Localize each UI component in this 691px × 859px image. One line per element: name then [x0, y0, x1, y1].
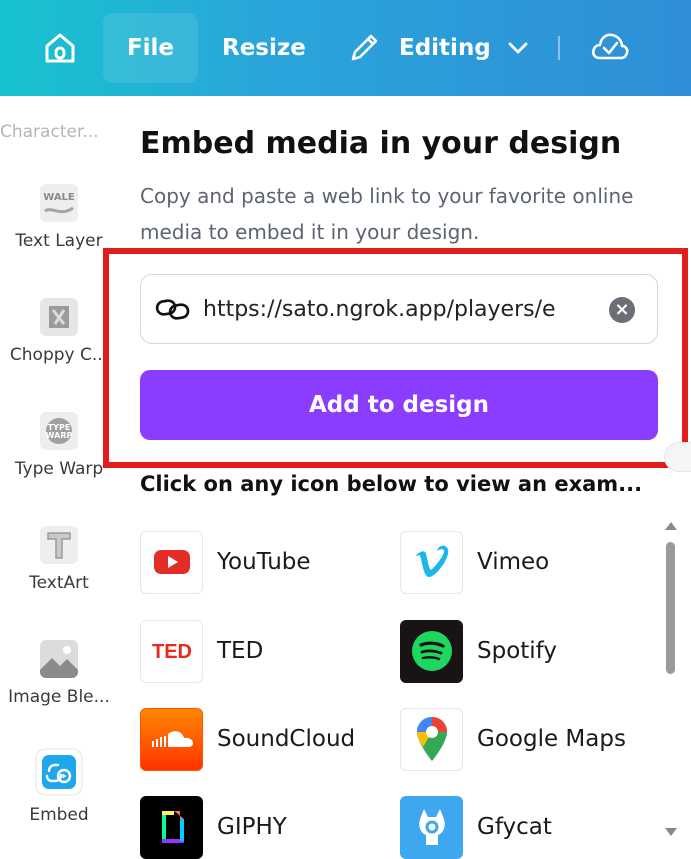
scroll-up-arrow-icon[interactable]: [665, 522, 677, 530]
media-item-gfycat[interactable]: Gfycat: [400, 795, 552, 859]
examples-heading: Click on any icon below to view an exam.…: [140, 472, 643, 496]
media-label: YouTube: [217, 549, 311, 575]
pencil-icon: [351, 34, 378, 61]
scrollbar-thumb[interactable]: [666, 542, 675, 674]
sidebar-item-type-warp[interactable]: TYPE WARP Type Warp: [0, 412, 118, 479]
text-layer-icon: WALE: [40, 184, 78, 222]
embed-url-field[interactable]: ×: [140, 274, 658, 344]
editing-mode-button[interactable]: Editing: [347, 26, 529, 70]
media-label: GIPHY: [217, 814, 287, 840]
media-label: Vimeo: [477, 549, 550, 575]
media-item-vimeo[interactable]: Vimeo: [400, 530, 549, 594]
home-icon: [45, 33, 75, 63]
sidebar-item-embed[interactable]: Embed: [0, 748, 118, 825]
sidebar-item-label: TextArt: [29, 573, 89, 593]
media-label: TED: [217, 638, 264, 664]
textart-icon: [40, 526, 78, 564]
cloud-check-icon: [591, 33, 629, 60]
save-status-button[interactable]: [590, 28, 630, 70]
svg-text:TED: TED: [152, 641, 192, 663]
soundcloud-icon: [140, 707, 203, 771]
home-button[interactable]: [42, 30, 78, 66]
media-item-google-maps[interactable]: Google Maps: [400, 707, 626, 771]
sidebar-item-label: Embed: [29, 805, 89, 825]
add-to-design-button[interactable]: Add to design: [140, 370, 658, 440]
sidebar-item-label: Choppy C...: [9, 345, 109, 365]
media-label: Gfycat: [477, 814, 552, 840]
panel-scrollbar[interactable]: [664, 520, 678, 840]
embed-url-input[interactable]: [203, 296, 598, 322]
editing-label: Editing: [399, 35, 491, 61]
svg-text:WARP: WARP: [46, 431, 73, 440]
sidebar-item-text-layer[interactable]: WALE Text Layer: [0, 184, 118, 251]
sidebar-item-choppy[interactable]: Choppy C...: [0, 298, 118, 365]
media-item-youtube[interactable]: YouTube: [140, 530, 311, 594]
ted-icon: TED: [140, 619, 203, 683]
sidebar-item-image-blend[interactable]: Image Ble...: [0, 640, 118, 707]
panel-title: Embed media in your design: [140, 126, 622, 161]
clear-input-button[interactable]: ×: [609, 297, 635, 323]
image-blend-icon: [40, 640, 78, 678]
media-item-giphy[interactable]: GIPHY: [140, 795, 287, 859]
gfycat-icon: [400, 795, 463, 859]
google-maps-icon: [400, 707, 463, 771]
sidebar-item-characters[interactable]: Character...: [0, 122, 118, 142]
top-bar: File Resize Editing: [0, 0, 691, 96]
apps-sidebar: Character... WALE Text Layer Choppy C...…: [0, 96, 118, 843]
file-menu-button[interactable]: File: [103, 13, 198, 83]
panel-collapse-handle[interactable]: [664, 442, 691, 472]
link-icon: [155, 299, 190, 320]
scroll-down-arrow-icon[interactable]: [665, 828, 677, 836]
media-item-spotify[interactable]: Spotify: [400, 619, 557, 683]
giphy-icon: [140, 795, 203, 859]
media-item-soundcloud[interactable]: SoundCloud: [140, 707, 355, 771]
youtube-icon: [140, 530, 203, 594]
chevron-down-icon: [508, 42, 528, 54]
resize-button[interactable]: Resize: [222, 30, 306, 66]
sidebar-item-textart[interactable]: TextArt: [0, 526, 118, 593]
vimeo-icon: [400, 530, 463, 594]
media-label: Spotify: [477, 638, 557, 664]
media-item-ted[interactable]: TED TED: [140, 619, 263, 683]
media-label: Google Maps: [477, 726, 626, 752]
close-icon: ×: [614, 299, 630, 320]
embed-icon: [35, 748, 83, 796]
sidebar-item-label: Image Ble...: [8, 687, 110, 707]
sidebar-item-label: Type Warp: [14, 459, 104, 479]
sidebar-item-label: Text Layer: [15, 231, 103, 251]
svg-text:WALE: WALE: [43, 192, 75, 203]
media-label: SoundCloud: [217, 726, 356, 752]
choppy-icon: [40, 298, 78, 336]
spotify-icon: [400, 619, 463, 683]
toolbar-divider: [558, 36, 560, 60]
panel-description: Copy and paste a web link to your favori…: [140, 184, 634, 244]
type-warp-icon: TYPE WARP: [40, 412, 78, 450]
